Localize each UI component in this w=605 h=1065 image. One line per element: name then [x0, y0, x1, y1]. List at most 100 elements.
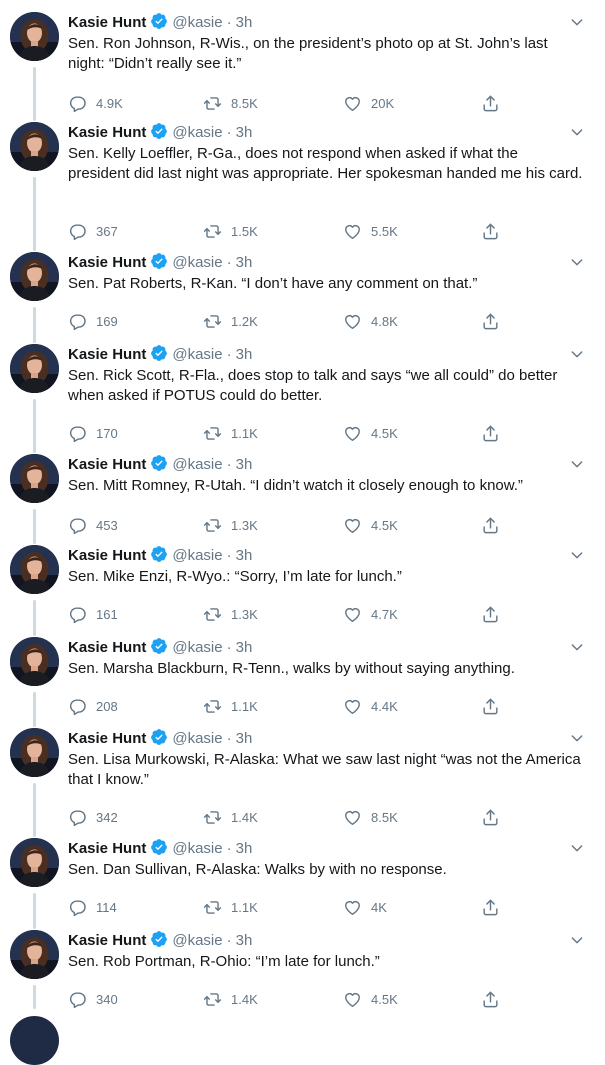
- reply-button[interactable]: 367: [68, 221, 118, 241]
- chevron-down-icon[interactable]: [569, 932, 585, 948]
- share-button[interactable]: [481, 93, 500, 113]
- like-button[interactable]: 5.5K: [343, 221, 398, 241]
- tweet-timestamp[interactable]: 3h: [236, 124, 253, 141]
- author-name[interactable]: Kasie Hunt: [68, 124, 146, 141]
- author-name[interactable]: Kasie Hunt: [68, 547, 146, 564]
- chevron-down-icon[interactable]: [569, 124, 585, 140]
- author-name[interactable]: Kasie Hunt: [68, 456, 146, 473]
- avatar[interactable]: [10, 252, 59, 301]
- tweet-timestamp[interactable]: 3h: [236, 14, 253, 31]
- author-handle[interactable]: @kasie: [172, 254, 222, 271]
- like-button[interactable]: 4K: [343, 897, 387, 917]
- retweet-button[interactable]: 1.1K: [203, 696, 258, 716]
- retweet-button[interactable]: 1.3K: [203, 604, 258, 624]
- author-handle[interactable]: @kasie: [172, 456, 222, 473]
- like-count: 4.5K: [371, 517, 398, 533]
- like-button[interactable]: 4.7K: [343, 604, 398, 624]
- avatar[interactable]: [10, 838, 59, 887]
- author-handle[interactable]: @kasie: [172, 14, 222, 31]
- like-button[interactable]: 4.5K: [343, 989, 398, 1009]
- share-button[interactable]: [481, 989, 500, 1009]
- reply-button[interactable]: 114: [68, 897, 117, 917]
- chevron-down-icon[interactable]: [569, 547, 585, 563]
- tweet-timestamp[interactable]: 3h: [236, 840, 253, 857]
- retweet-button[interactable]: 1.1K: [203, 897, 258, 917]
- share-button[interactable]: [481, 423, 500, 443]
- reply-icon: [68, 94, 96, 113]
- avatar[interactable]: [10, 344, 59, 393]
- share-icon: [481, 697, 500, 716]
- chevron-down-icon[interactable]: [569, 639, 585, 655]
- tweet-timestamp[interactable]: 3h: [236, 346, 253, 363]
- author-handle[interactable]: @kasie: [172, 547, 222, 564]
- share-button[interactable]: [481, 604, 500, 624]
- retweet-button[interactable]: 1.3K: [203, 515, 258, 535]
- share-icon: [481, 898, 500, 917]
- tweet-timestamp[interactable]: 3h: [236, 932, 253, 949]
- tweet-timestamp[interactable]: 3h: [236, 547, 253, 564]
- verified-badge-icon: [150, 838, 168, 862]
- like-count: 5.5K: [371, 223, 398, 239]
- reply-button[interactable]: 453: [68, 515, 118, 535]
- share-button[interactable]: [481, 897, 500, 917]
- like-button[interactable]: 20K: [343, 93, 394, 113]
- reply-button[interactable]: 170: [68, 423, 118, 443]
- retweet-button[interactable]: 8.5K: [203, 93, 258, 113]
- reply-button[interactable]: 169: [68, 311, 118, 331]
- avatar[interactable]: [10, 454, 59, 503]
- share-button[interactable]: [481, 515, 500, 535]
- like-button[interactable]: 8.5K: [343, 807, 398, 827]
- reply-button[interactable]: 4.9K: [68, 93, 123, 113]
- author-handle[interactable]: @kasie: [172, 730, 222, 747]
- author-handle[interactable]: @kasie: [172, 346, 222, 363]
- avatar[interactable]: [10, 637, 59, 686]
- reply-button[interactable]: 342: [68, 807, 118, 827]
- retweet-button[interactable]: 1.2K: [203, 311, 258, 331]
- like-button[interactable]: 4.5K: [343, 515, 398, 535]
- retweet-button[interactable]: 1.4K: [203, 807, 258, 827]
- retweet-icon: [203, 697, 231, 716]
- avatar[interactable]: [10, 12, 59, 61]
- share-icon: [481, 424, 500, 443]
- tweet-timestamp[interactable]: 3h: [236, 639, 253, 656]
- avatar[interactable]: [10, 122, 59, 171]
- author-name[interactable]: Kasie Hunt: [68, 730, 146, 747]
- chevron-down-icon[interactable]: [569, 730, 585, 746]
- reply-button[interactable]: 161: [68, 604, 118, 624]
- avatar[interactable]: [10, 1016, 59, 1065]
- retweet-button[interactable]: 1.4K: [203, 989, 258, 1009]
- author-name[interactable]: Kasie Hunt: [68, 932, 146, 949]
- retweet-button[interactable]: 1.1K: [203, 423, 258, 443]
- author-name[interactable]: Kasie Hunt: [68, 254, 146, 271]
- verified-badge-icon: [150, 252, 168, 276]
- share-button[interactable]: [481, 807, 500, 827]
- like-button[interactable]: 4.8K: [343, 311, 398, 331]
- avatar[interactable]: [10, 728, 59, 777]
- share-button[interactable]: [481, 221, 500, 241]
- author-name[interactable]: Kasie Hunt: [68, 639, 146, 656]
- tweet-timestamp[interactable]: 3h: [236, 730, 253, 747]
- like-button[interactable]: 4.4K: [343, 696, 398, 716]
- author-handle[interactable]: @kasie: [172, 932, 222, 949]
- tweet-timestamp[interactable]: 3h: [236, 456, 253, 473]
- tweet-timestamp[interactable]: 3h: [236, 254, 253, 271]
- author-name[interactable]: Kasie Hunt: [68, 346, 146, 363]
- author-name[interactable]: Kasie Hunt: [68, 14, 146, 31]
- like-button[interactable]: 4.5K: [343, 423, 398, 443]
- reply-button[interactable]: 208: [68, 696, 118, 716]
- author-handle[interactable]: @kasie: [172, 840, 222, 857]
- avatar[interactable]: [10, 930, 59, 979]
- share-button[interactable]: [481, 311, 500, 331]
- chevron-down-icon[interactable]: [569, 14, 585, 30]
- author-name[interactable]: Kasie Hunt: [68, 840, 146, 857]
- chevron-down-icon[interactable]: [569, 840, 585, 856]
- reply-button[interactable]: 340: [68, 989, 118, 1009]
- chevron-down-icon[interactable]: [569, 456, 585, 472]
- chevron-down-icon[interactable]: [569, 254, 585, 270]
- avatar[interactable]: [10, 545, 59, 594]
- chevron-down-icon[interactable]: [569, 346, 585, 362]
- author-handle[interactable]: @kasie: [172, 124, 222, 141]
- retweet-button[interactable]: 1.5K: [203, 221, 258, 241]
- author-handle[interactable]: @kasie: [172, 639, 222, 656]
- share-button[interactable]: [481, 696, 500, 716]
